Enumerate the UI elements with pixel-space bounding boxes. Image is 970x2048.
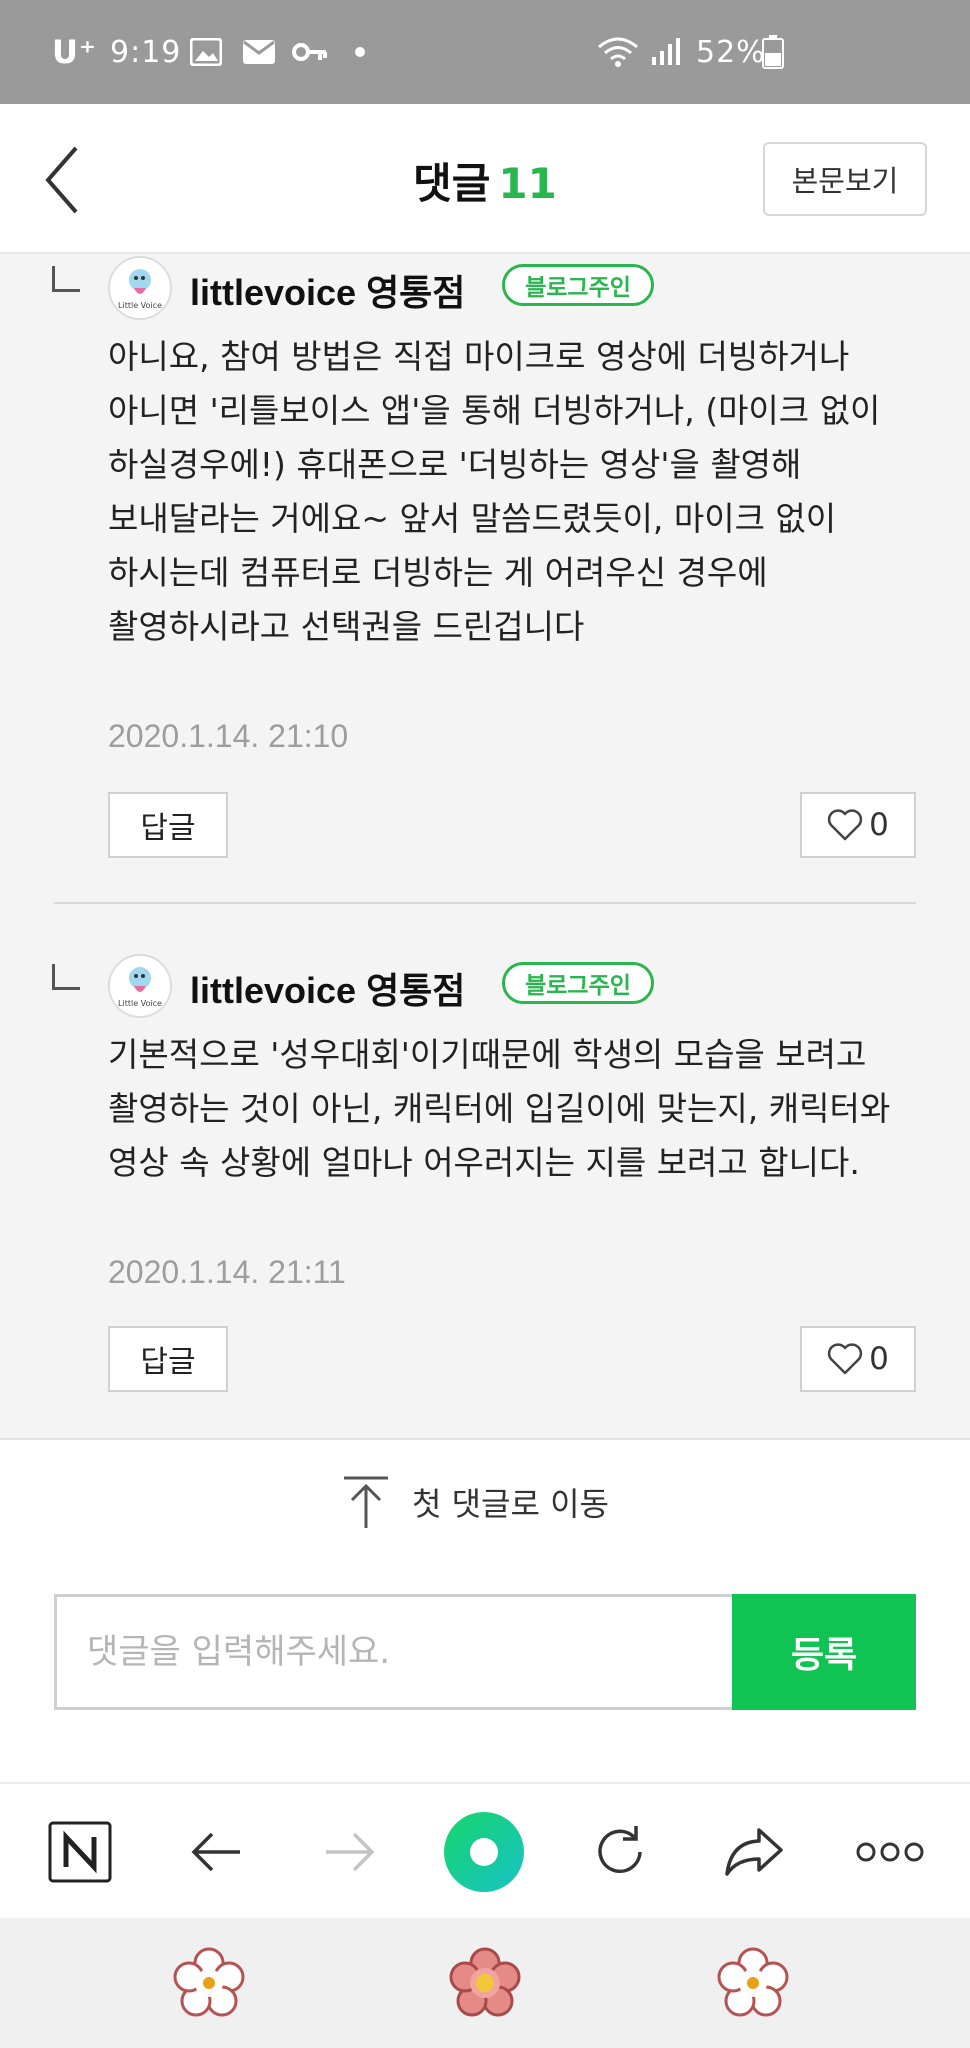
carrier-label: U⁺ [52,0,97,104]
reply-button[interactable]: 답글 [108,792,228,858]
battery-text: 52% [696,34,766,70]
naver-n-icon [48,1821,112,1883]
comment-list: Little Voice littlevoice 영통점 블로그주인 아니요, … [0,254,970,1440]
refresh-button[interactable] [572,1804,668,1900]
green-dot-icon [444,1812,524,1892]
like-count: 0 [869,1341,889,1377]
share-button[interactable] [706,1804,802,1900]
browser-toolbar [0,1782,970,1918]
heart-icon [828,1343,863,1375]
dot-icon [354,0,366,104]
refresh-icon [598,1826,642,1873]
more-dots-icon [856,1842,924,1862]
comments-header: 댓글 11 본문보기 [0,104,970,254]
naver-home-button[interactable] [32,1804,128,1900]
key-icon [292,0,328,104]
recent-apps-button[interactable] [166,1940,252,2026]
carrier-text: U⁺ [52,33,97,71]
comment-timestamp: 2020.1.14. 21:11 [108,1254,346,1290]
submit-button[interactable]: 등록 [732,1594,916,1710]
system-nav-bar [0,1918,970,2048]
comment-input[interactable] [54,1594,732,1710]
comment-author[interactable]: littlevoice 영통점 [190,962,465,1014]
reply-indicator-icon [52,964,80,990]
battery-icon [762,0,784,104]
browser-forward-button[interactable] [302,1804,398,1900]
avatar[interactable]: Little Voice [108,256,172,320]
arrow-up-icon [344,1476,388,1528]
home-button[interactable] [442,1940,528,2026]
go-to-first-comment-button[interactable]: 첫 댓글로 이동 [340,1472,609,1532]
comment-count: 11 [498,159,557,208]
arrow-right-icon [326,1832,375,1872]
signal-icon [650,0,682,104]
flower-icon [449,1947,521,2017]
share-icon [725,1828,783,1876]
avatar[interactable]: Little Voice [108,954,172,1018]
mail-icon [242,0,276,104]
back-nav-button[interactable] [710,1940,796,2026]
more-button[interactable] [842,1804,938,1900]
svg-text:Little Voice: Little Voice [118,999,162,1008]
status-time: 9:19 [110,34,182,70]
flower-icon [717,1947,789,2017]
clock: 9:19 [110,0,181,104]
go-to-first-label: 첫 댓글로 이동 [412,1485,609,1523]
view-post-button[interactable]: 본문보기 [763,142,927,216]
green-dot-button[interactable] [436,1804,532,1900]
wifi-icon [596,0,640,104]
owner-badge: 블로그주인 [502,962,654,1004]
comment-author[interactable]: littlevoice 영통점 [190,264,465,316]
like-button[interactable]: 0 [800,792,916,858]
flower-icon [173,1947,245,2017]
reply-indicator-icon [52,266,80,292]
comment-body: 기본적으로 '성우대회'이기때문에 학생의 모습을 보려고 촬영하는 것이 아닌… [108,1035,891,1182]
battery-percent: 52% [696,0,766,104]
title-text: 댓글 [413,159,491,208]
arrow-left-icon [191,1832,240,1872]
svg-text:Little Voice: Little Voice [118,301,162,310]
status-bar: U⁺ 9:19 52% [0,0,970,104]
reply-button[interactable]: 답글 [108,1326,228,1392]
comment-timestamp: 2020.1.14. 21:10 [108,718,349,754]
image-icon [190,0,222,104]
comment-body: 아니요, 참여 방법은 직접 마이크로 영상에 더빙하거나 아니면 '리틀보이스… [108,337,881,646]
comment-divider [54,902,916,904]
browser-back-button[interactable] [168,1804,264,1900]
like-count: 0 [869,807,889,843]
owner-badge: 블로그주인 [502,264,654,306]
like-button[interactable]: 0 [800,1326,916,1392]
heart-icon [828,809,863,841]
